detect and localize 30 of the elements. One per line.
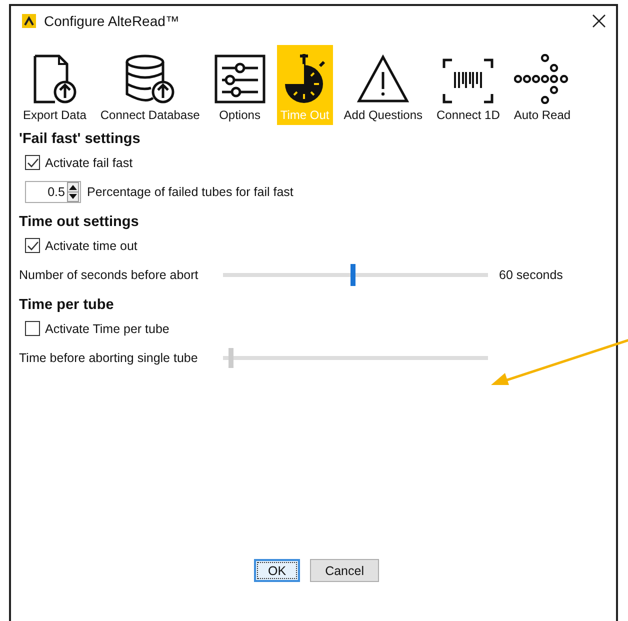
close-icon[interactable] xyxy=(592,14,606,28)
section-heading: 'Fail fast' settings xyxy=(19,131,142,147)
slider-label: Number of seconds before abort xyxy=(19,268,200,282)
window-title: Configure AlteRead™ xyxy=(44,13,180,29)
slider-thumb[interactable] xyxy=(350,264,356,286)
warning-icon xyxy=(356,54,410,104)
barcode-scan-icon xyxy=(442,58,494,104)
number-spinner[interactable]: 0.5 xyxy=(25,181,81,203)
toolbar-tab[interactable]: Export Data xyxy=(20,45,90,125)
slider-value: 60 seconds xyxy=(499,268,563,282)
section-heading: Time out settings xyxy=(19,214,140,230)
checkbox-label: Activate fail fast xyxy=(45,156,133,170)
dots-pattern-icon xyxy=(514,54,570,104)
app-logo-icon xyxy=(22,14,36,28)
sliders-icon xyxy=(214,54,266,104)
slider-label: Time before aborting single tube xyxy=(19,351,199,365)
toolbar-tab[interactable]: Connect 1D xyxy=(434,45,503,125)
checkbox-label: Activate time out xyxy=(45,238,138,252)
spinner-label: Percentage of failed tubes for fail fast xyxy=(87,185,294,199)
checkbox[interactable] xyxy=(25,238,40,253)
toolbar-tab[interactable]: Add Questions xyxy=(340,45,426,125)
toolbar-tab[interactable]: Options xyxy=(210,45,269,125)
toolbar-tab[interactable]: Auto Read xyxy=(510,45,574,125)
toolbar-tab[interactable]: Connect Database xyxy=(97,45,203,125)
checkbox[interactable] xyxy=(25,321,40,336)
checkbox-label: Activate Time per tube xyxy=(45,322,170,336)
cancel-button[interactable]: Cancel xyxy=(310,559,379,582)
checkbox[interactable] xyxy=(25,155,40,170)
ok-button[interactable]: OK xyxy=(254,559,300,582)
section-heading: Time per tube xyxy=(19,297,115,313)
